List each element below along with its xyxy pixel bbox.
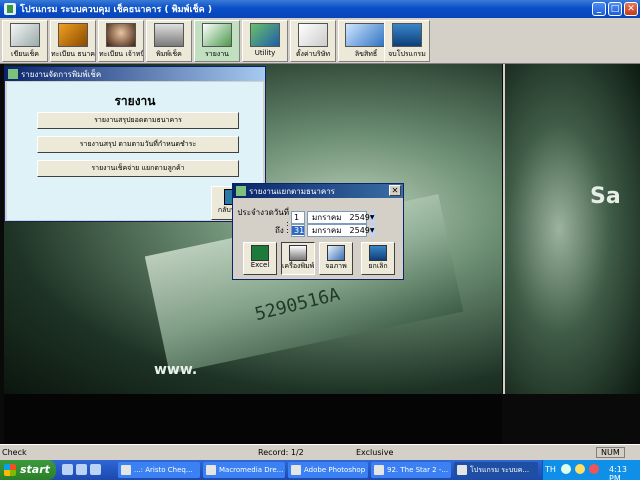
from-month-year-select[interactable]: มกราคม 2549 ▼ [307, 210, 375, 224]
task-photoshop[interactable]: Adobe Photoshop [288, 462, 368, 478]
dialog-close-button[interactable]: ✕ [389, 185, 401, 196]
report-window-title-bar[interactable]: รายงานจัดการพิมพ์เช็ค [5, 67, 265, 81]
app-title: โปรแกรม ระบบควบคุม เช็คธนาคาร ( พิมพ์เช็… [20, 5, 212, 15]
quicklaunch-ie-icon[interactable] [62, 464, 73, 475]
exit-door-icon [369, 245, 387, 261]
report-button[interactable]: รายงาน [194, 20, 240, 62]
monitor-icon [327, 245, 345, 261]
tray-security-icon[interactable] [589, 464, 599, 474]
dialog-title: รายงานแยกตามธนาคาร [249, 186, 335, 196]
dialog-icon [236, 186, 246, 196]
start-button[interactable]: start [0, 460, 56, 480]
export-excel-button[interactable]: Excel [243, 242, 277, 275]
task-app-icon [457, 465, 467, 475]
status-left: Check [2, 448, 27, 457]
settings-icon [298, 23, 328, 47]
bank-icon [58, 23, 88, 47]
creditor-register-button[interactable]: ทะเบียน เจ้าหนี้ [98, 20, 144, 62]
clock: 4:13 PM [609, 465, 627, 480]
maximize-button[interactable]: □ [608, 2, 622, 16]
task-app-icon [374, 465, 384, 475]
company-settings-button[interactable]: ตั้งค่าบริษัท [290, 20, 336, 62]
task-dreamweaver[interactable]: Macromedia Dre... [203, 462, 285, 478]
main-toolbar: เขียนเช็ค ทะเบียน ธนาคาร ทะเบียน เจ้าหนี… [0, 18, 640, 64]
close-button[interactable]: ✕ [624, 2, 638, 16]
to-date-row: ถึง : 31 มกราคม 2549 ▼ [233, 224, 375, 237]
report-window-title: รายงานจัดการพิมพ์เช็ค [21, 69, 102, 79]
status-bar: Check Record: 1/2 Exclusive NUM [0, 444, 640, 460]
report-window-icon [8, 69, 18, 79]
copyright-icon [345, 23, 387, 47]
utility-icon [250, 23, 280, 47]
printer-icon [154, 23, 184, 47]
report-icon [202, 23, 232, 47]
quicklaunch-media-icon[interactable] [90, 464, 101, 475]
status-record: Record: 1/2 [258, 448, 304, 457]
language-indicator[interactable]: TH [545, 465, 556, 474]
status-mode: Exclusive [356, 448, 394, 457]
task-aristo[interactable]: ...: Aristo Cheq... [118, 462, 200, 478]
windows-flag-icon [4, 464, 16, 476]
printer-output-button[interactable]: เครื่องพิมพ์ [281, 242, 315, 275]
pen-icon [10, 23, 40, 47]
task-app-icon [291, 465, 301, 475]
dialog-title-bar[interactable]: รายงานแยกตามธนาคาร ✕ [233, 184, 403, 198]
system-tray: TH 4:13 PM [542, 460, 640, 480]
cheques-by-customer-button[interactable]: รายงานเช็คจ่าย แยกตามลูกค้า [37, 160, 239, 177]
cancel-button[interactable]: ยกเลิก [361, 242, 395, 275]
task-app-icon [121, 465, 131, 475]
quicklaunch-desktop-icon[interactable] [76, 464, 87, 475]
summary-by-bank-button[interactable]: รายงานสรุปยอดตามธนาคาร [37, 112, 239, 129]
window-controls: _ □ ✕ [592, 2, 638, 16]
task-media-player[interactable]: 92. The Star 2 -... [371, 462, 451, 478]
tray-network-icon[interactable] [561, 464, 571, 474]
to-month-year-select[interactable]: มกราคม 2549 ▼ [307, 224, 375, 237]
summary-by-due-date-button[interactable]: รายงานสรุป ตามตามวันที่กำหนดชำระ [37, 136, 239, 153]
app-icon [4, 3, 16, 15]
task-app-icon [206, 465, 216, 475]
bank-report-dialog: รายงานแยกตามธนาคาร ✕ ประจำงวดวันที่ : 1 … [232, 183, 404, 280]
status-num: NUM [596, 447, 625, 458]
background-right-panel: Sa [503, 64, 640, 394]
report-window-body: รายงาน รายงานสรุปยอดตามธนาคาร รายงานสรุป… [7, 82, 263, 220]
to-date-label: ถึง : [275, 226, 289, 235]
utility-button[interactable]: Utility [242, 20, 288, 62]
to-day-field[interactable]: 31 [291, 224, 305, 237]
print-cheque-button[interactable]: พิมพ์เช็ค [146, 20, 192, 62]
background-bottom-strip [4, 394, 502, 444]
taskbar: start ...: Aristo Cheq... Macromedia Dre… [0, 460, 640, 480]
app-title-bar: โปรแกรม ระบบควบคุม เช็คธนาคาร ( พิมพ์เช็… [0, 0, 640, 18]
bank-register-button[interactable]: ทะเบียน ธนาคาร [50, 20, 96, 62]
chevron-down-icon[interactable]: ▼ [369, 211, 375, 223]
printer-icon [289, 245, 307, 261]
tray-volume-icon[interactable] [575, 464, 585, 474]
chevron-down-icon[interactable]: ▼ [369, 225, 375, 236]
person-icon [106, 23, 136, 47]
report-window: รายงานจัดการพิมพ์เช็ค รายงาน รายงานสรุปย… [4, 66, 266, 222]
watermark-text: www. [154, 362, 198, 378]
from-day-field[interactable]: 1 [291, 210, 305, 224]
exit-program-button[interactable]: จบโปรแกรม [384, 20, 430, 62]
minimize-button[interactable]: _ [592, 2, 606, 16]
task-cheque-program[interactable]: โปรแกรม ระบบค... [454, 462, 538, 478]
report-heading: รายงาน [114, 94, 156, 108]
excel-icon [251, 245, 269, 261]
write-cheque-button[interactable]: เขียนเช็ค [2, 20, 48, 62]
right-panel-text: Sa [590, 184, 621, 209]
exit-door-icon [392, 23, 422, 47]
screen-preview-button[interactable]: จอภาพ [319, 242, 353, 275]
